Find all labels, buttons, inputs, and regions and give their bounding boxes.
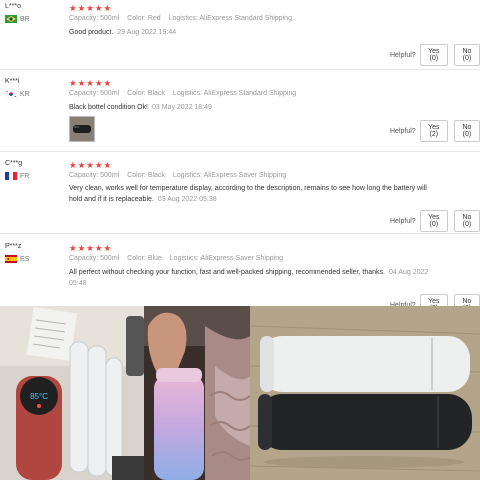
helpful-yes-button[interactable]: Yes (2) xyxy=(419,120,448,142)
capacity-value: 500ml xyxy=(100,255,120,262)
review-text: Good product. xyxy=(69,29,114,36)
helpful-no-button[interactable]: No (0) xyxy=(453,120,480,142)
review-meta: Capacity: 500ml Color: Blue Logistics: A… xyxy=(69,255,289,262)
logistics-label: Logistics: xyxy=(169,255,199,262)
rating-stars: ★★★★★ xyxy=(69,243,113,253)
rating-stars: ★★★★★ xyxy=(69,78,113,88)
review-text: Very clean, works well for temperature d… xyxy=(69,185,427,203)
helpful-section: Helpful? Yes (2) No (0) xyxy=(390,120,480,142)
color-value: Black xyxy=(147,90,165,97)
helpful-section: Helpful? Yes (0) No (0) xyxy=(390,210,480,232)
helpful-yes-button[interactable]: Yes (0) xyxy=(419,210,448,232)
color-label: Color: xyxy=(127,172,146,179)
customer-photo-gradient-bottle[interactable] xyxy=(144,306,253,480)
logistics-value: AliExpress Standard Shipping xyxy=(203,90,297,97)
bottle-display-temperature: 85°C xyxy=(30,392,48,401)
helpful-no-button[interactable]: No (0) xyxy=(453,44,480,66)
review-meta: Capacity: 500ml Color: Red Logistics: Al… xyxy=(69,15,298,22)
capacity-label: Capacity: xyxy=(69,90,99,97)
reviewer-country: ES xyxy=(5,255,29,263)
review-body: Good product. 29 Aug 2022 19:44 xyxy=(69,27,439,38)
review-date: 03 May 2022 18:49 xyxy=(152,104,212,111)
logistics-label: Logistics: xyxy=(172,90,203,97)
review-meta: Capacity: 500ml Color: Black Logistics: … xyxy=(69,172,292,179)
review-text: Black bottel condition Ok! xyxy=(69,104,148,111)
color-label: Color: xyxy=(127,90,146,97)
capacity-label: Capacity: xyxy=(69,15,99,22)
color-value: Blue xyxy=(147,255,162,262)
color-label: Color: xyxy=(127,255,146,262)
helpful-label: Helpful? xyxy=(390,217,416,225)
logistics-label: Logistics: xyxy=(168,15,198,22)
logistics-value: AliExpress Standard Shipping xyxy=(199,15,292,22)
helpful-yes-button[interactable]: Yes (0) xyxy=(419,44,448,66)
color-value: Black xyxy=(147,172,165,179)
helpful-no-button[interactable]: No (0) xyxy=(453,210,480,232)
logistics-value: AliExpress Saver Shipping xyxy=(200,255,284,262)
capacity-value: 500ml xyxy=(100,15,120,22)
review-item: P***z ES ★★★★★ Capacity: 500ml Color: Bl… xyxy=(0,234,480,316)
reviewer-name: C***g xyxy=(5,160,23,167)
capacity-value: 500ml xyxy=(100,90,120,97)
reviewer-name: L***o xyxy=(5,3,21,10)
helpful-label: Helpful? xyxy=(390,127,416,135)
rating-stars: ★★★★★ xyxy=(69,160,113,170)
helpful-section: Helpful? Yes (0) No (0) xyxy=(390,44,480,66)
color-label: Color: xyxy=(127,15,146,22)
capacity-label: Capacity: xyxy=(69,255,99,262)
flag-kr-icon xyxy=(5,90,17,98)
customer-photo-white-black-bottles[interactable] xyxy=(249,306,480,480)
review-date: 03 Aug 2022 05:38 xyxy=(157,196,217,203)
review-item: C***g FR ★★★★★ Capacity: 500ml Color: Bl… xyxy=(0,152,480,234)
reviewer-country: KR xyxy=(5,90,30,98)
review-body: Very clean, works well for temperature d… xyxy=(69,183,441,205)
country-code: BR xyxy=(20,15,30,23)
review-item: K***i KR ★★★★★ Capacity: 500ml Color: Bl… xyxy=(0,70,480,152)
logistics-label: Logistics: xyxy=(172,172,203,179)
review-text: All perfect without checking your functi… xyxy=(69,269,385,276)
reviewer-country: BR xyxy=(5,15,30,23)
country-code: KR xyxy=(20,90,30,98)
review-date: 29 Aug 2022 19:44 xyxy=(117,29,177,36)
color-value: Red xyxy=(147,15,161,22)
flag-fr-icon xyxy=(5,172,17,180)
rating-stars: ★★★★★ xyxy=(69,3,113,13)
flag-es-icon xyxy=(5,255,17,263)
review-item: L***o BR ★★★★★ Capacity: 500ml Color: Re… xyxy=(0,0,480,70)
capacity-value: 500ml xyxy=(100,172,120,179)
reviewer-name: P***z xyxy=(5,243,22,250)
review-photo-thumbnail[interactable] xyxy=(69,116,95,142)
review-body: Black bottel condition Ok! 03 May 2022 18… xyxy=(69,102,439,113)
country-code: FR xyxy=(20,172,30,180)
review-body: All perfect without checking your functi… xyxy=(69,267,437,289)
helpful-label: Helpful? xyxy=(390,51,416,59)
country-code: ES xyxy=(20,255,30,263)
review-meta: Capacity: 500ml Color: Black Logistics: … xyxy=(69,90,302,97)
reviewer-country: FR xyxy=(5,172,29,180)
reviewer-name: K***i xyxy=(5,78,20,85)
capacity-label: Capacity: xyxy=(69,172,99,179)
customer-photo-red-bottle[interactable]: 85°C xyxy=(0,306,144,480)
flag-br-icon xyxy=(5,15,17,23)
customer-photos: 85°C xyxy=(0,306,480,480)
logistics-value: AliExpress Saver Shipping xyxy=(203,172,287,179)
